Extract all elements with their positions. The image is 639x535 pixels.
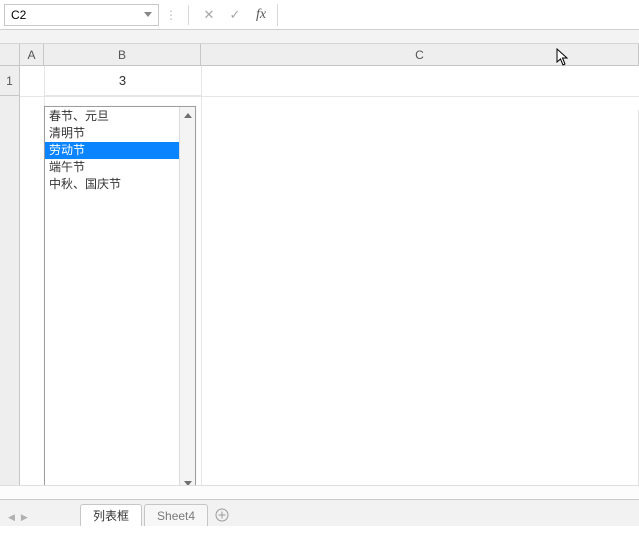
column-header-c[interactable]: C (201, 44, 639, 65)
fx-icon: fx (256, 7, 266, 23)
check-icon: ✓ (230, 7, 241, 23)
horizontal-scrollbar[interactable] (0, 485, 639, 499)
listbox-scrollbar[interactable] (179, 107, 195, 491)
ribbon-strip (0, 30, 639, 44)
tab-nav-buttons[interactable]: ◀ ▶ (8, 512, 28, 523)
row-header-1[interactable]: 1 (0, 66, 19, 96)
column-header-c-label: C (415, 48, 424, 62)
name-box-value: C2 (11, 8, 26, 22)
formula-bar: C2 ⋮ ✕ ✓ fx (0, 0, 639, 30)
column-headers: A B C (0, 44, 639, 66)
tab-nav-prev-icon[interactable]: ◀ (8, 512, 15, 523)
form-listbox[interactable]: 春节、元旦清明节劳动节端午节中秋、国庆节 (44, 106, 196, 492)
insert-function-button[interactable]: fx (251, 5, 271, 25)
separator (188, 5, 189, 25)
listbox-item[interactable]: 劳动节 (45, 142, 179, 159)
sheet-tab[interactable]: Sheet4 (144, 504, 208, 526)
listbox-items[interactable]: 春节、元旦清明节劳动节端午节中秋、国庆节 (45, 107, 179, 491)
more-handle-icon[interactable]: ⋮ (165, 8, 178, 22)
column-header-b[interactable]: B (44, 44, 201, 65)
name-box[interactable]: C2 (4, 4, 159, 26)
formula-input[interactable] (277, 4, 635, 26)
sheet-tab[interactable]: 列表框 (80, 504, 142, 526)
listbox-item[interactable]: 清明节 (45, 125, 179, 142)
mouse-cursor-icon (556, 48, 570, 66)
scroll-up-button[interactable] (180, 107, 196, 123)
sheet-tabs-bar: ◀ ▶ 列表框Sheet4 (0, 499, 639, 526)
select-all-corner[interactable] (0, 44, 20, 65)
row-headers: 1 (0, 66, 20, 526)
column-header-a[interactable]: A (20, 44, 44, 65)
enter-button[interactable]: ✓ (225, 5, 245, 25)
cancel-button[interactable]: ✕ (199, 5, 219, 25)
new-sheet-button[interactable] (210, 504, 234, 526)
spreadsheet-grid[interactable]: 1 3 春节、元旦清明节劳动节端午节中秋、国庆节 ◀ ▶ 列表框Shee (0, 66, 639, 526)
listbox-item[interactable]: 春节、元旦 (45, 108, 179, 125)
chevron-down-icon[interactable] (141, 8, 155, 22)
listbox-item[interactable]: 中秋、国庆节 (45, 176, 179, 193)
cell-b1[interactable]: 3 (44, 66, 201, 96)
tab-nav-next-icon[interactable]: ▶ (21, 512, 28, 523)
x-icon: ✕ (204, 7, 215, 23)
listbox-item[interactable]: 端午节 (45, 159, 179, 176)
